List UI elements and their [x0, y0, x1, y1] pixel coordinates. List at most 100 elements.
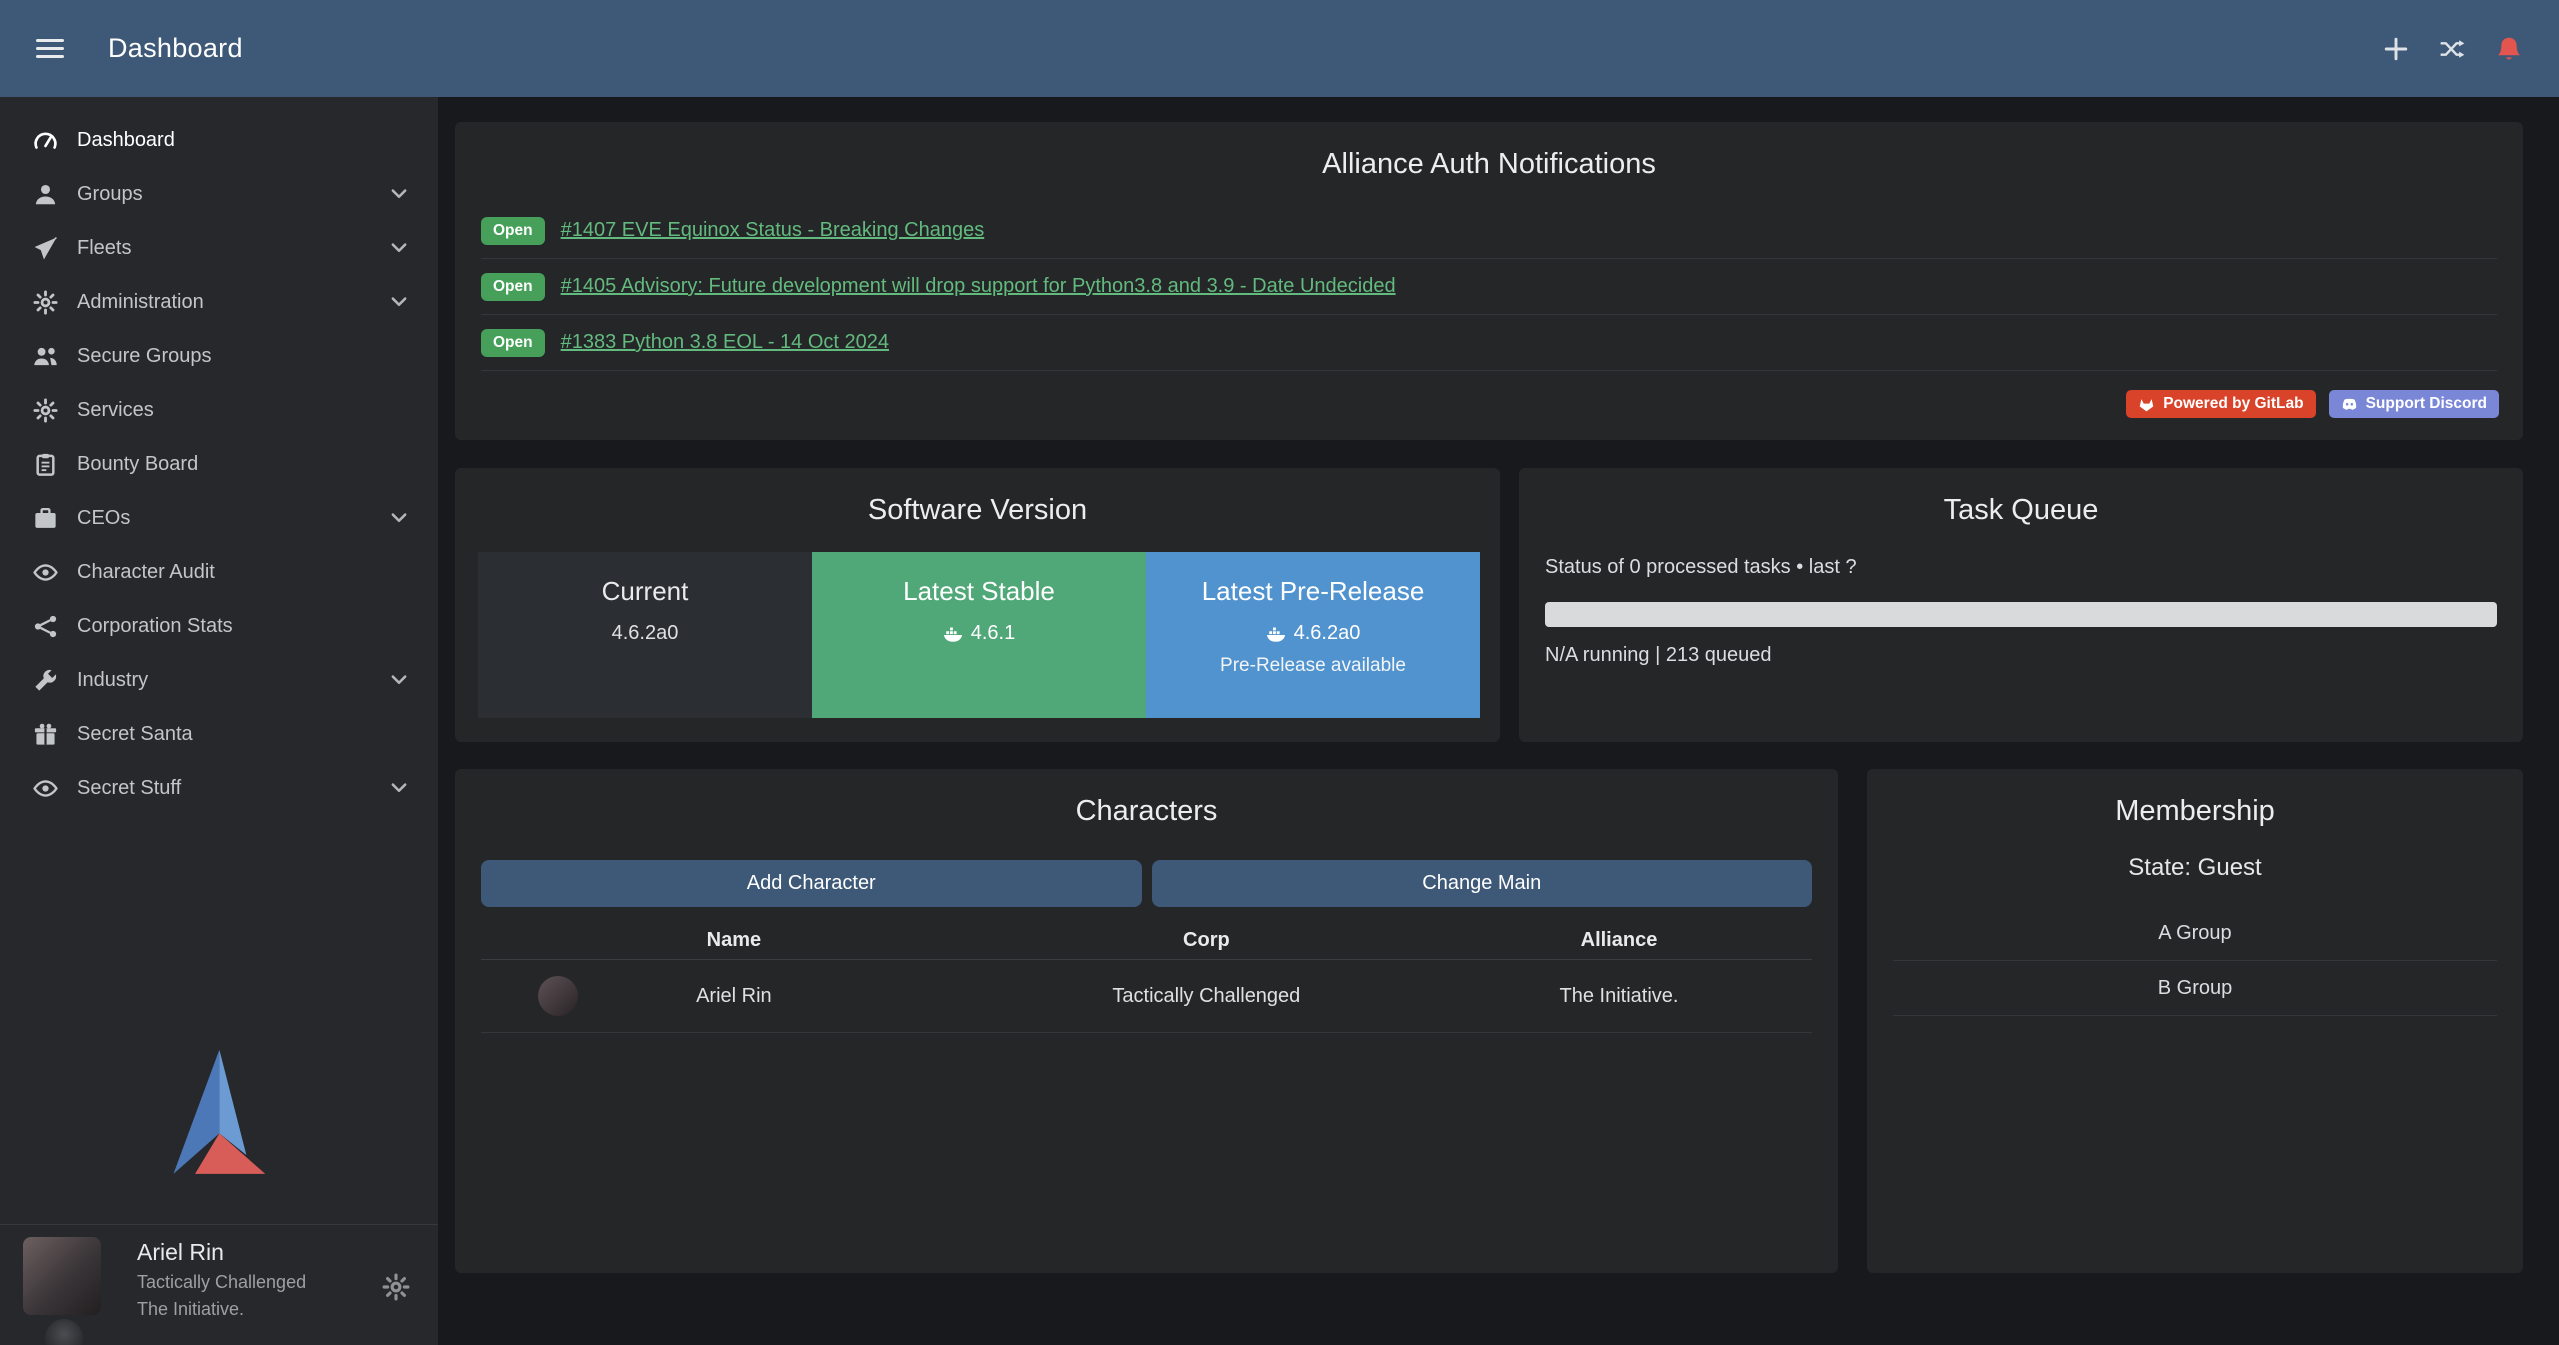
gitlab-icon: [2138, 396, 2155, 413]
sidebar-item-label: Industry: [77, 669, 148, 692]
sidebar-item-secret-stuff[interactable]: Secret Stuff: [0, 761, 438, 815]
membership-panel: Membership State: Guest A Group B Group: [1867, 769, 2523, 1273]
dashboard-gauge-icon: [30, 128, 60, 153]
sidebar-item-label: Groups: [77, 183, 143, 206]
briefcase-icon: [30, 506, 60, 531]
version-current-box: Current 4.6.2a0: [478, 552, 812, 718]
docker-whale-icon: [943, 624, 963, 644]
chevron-down-icon: [388, 777, 410, 799]
version-current-value: 4.6.2a0: [478, 622, 812, 645]
jet-icon: [30, 236, 60, 261]
sidebar-item-corporation-stats[interactable]: Corporation Stats: [0, 599, 438, 653]
version-number: 4.6.2a0: [1294, 622, 1361, 645]
discord-badge-label: Support Discord: [2366, 395, 2487, 413]
notifications-bell-icon[interactable]: [2495, 35, 2523, 63]
sidebar-item-character-audit[interactable]: Character Audit: [0, 545, 438, 599]
external-badges: Powered by GitLab Support Discord: [2126, 390, 2499, 418]
version-stable-value: 4.6.1: [812, 622, 1146, 645]
add-character-plus-icon[interactable]: [2383, 36, 2409, 62]
chevron-down-icon: [388, 291, 410, 313]
gift-icon: [30, 722, 60, 747]
wrench-icon: [30, 668, 60, 693]
sidebar-item-dashboard[interactable]: Dashboard: [0, 113, 438, 167]
notification-link[interactable]: #1407 EVE Equinox Status - Breaking Chan…: [561, 219, 985, 242]
membership-title: Membership: [1867, 795, 2523, 828]
sidebar-item-label: Fleets: [77, 237, 131, 260]
version-number: 4.6.2a0: [612, 622, 679, 645]
notification-row: Open #1407 EVE Equinox Status - Breaking…: [481, 203, 2497, 259]
group-list-item: A Group: [1893, 906, 2497, 961]
task-queue-counts: N/A running | 213 queued: [1545, 644, 1771, 667]
sidebar-item-secret-santa[interactable]: Secret Santa: [0, 707, 438, 761]
corp-logo: [45, 1319, 83, 1345]
docker-whale-icon: [1266, 624, 1286, 644]
sidebar-item-groups[interactable]: Groups: [0, 167, 438, 221]
characters-table: Name Corp Alliance Ariel Rin Tactically …: [481, 921, 1812, 1033]
character-alliance: The Initiative.: [1426, 985, 1812, 1008]
sidebar-item-services[interactable]: Services: [0, 383, 438, 437]
notification-link[interactable]: #1405 Advisory: Future development will …: [561, 275, 1396, 298]
top-navbar: Dashboard: [0, 0, 2559, 97]
sidebar-item-label: Character Audit: [77, 561, 215, 584]
sidebar-item-ceos[interactable]: CEOs: [0, 491, 438, 545]
eye-icon: [30, 776, 60, 801]
sidebar-item-label: Dashboard: [77, 129, 175, 152]
notification-link[interactable]: #1383 Python 3.8 EOL - 14 Oct 2024: [561, 331, 889, 354]
navbar-actions: [2383, 35, 2523, 63]
sidebar-item-bounty-board[interactable]: Bounty Board: [0, 437, 438, 491]
version-stable-label: Latest Stable: [812, 576, 1146, 607]
task-queue-panel: Task Queue Status of 0 processed tasks •…: [1519, 468, 2523, 742]
characters-title: Characters: [455, 795, 1838, 828]
sidebar-item-label: Bounty Board: [77, 453, 198, 476]
discord-badge[interactable]: Support Discord: [2329, 390, 2499, 418]
add-character-button[interactable]: Add Character: [481, 860, 1142, 907]
menu-toggle-icon[interactable]: [36, 39, 64, 58]
sidebar-item-administration[interactable]: Administration: [0, 275, 438, 329]
eye-icon: [30, 560, 60, 585]
notifications-panel: Alliance Auth Notifications Open #1407 E…: [455, 122, 2523, 440]
sidebar-item-label: Corporation Stats: [77, 615, 233, 638]
sidebar-item-fleets[interactable]: Fleets: [0, 221, 438, 275]
chevron-down-icon: [388, 183, 410, 205]
software-version-title: Software Version: [455, 494, 1500, 527]
change-main-shuffle-icon[interactable]: [2439, 36, 2465, 62]
user-settings-gear-icon[interactable]: [382, 1273, 410, 1301]
software-version-panel: Software Version Current 4.6.2a0 Latest …: [455, 468, 1500, 742]
sidebar-user-panel: Ariel Rin Tactically Challenged The Init…: [0, 1224, 438, 1345]
chevron-down-icon: [388, 669, 410, 691]
version-prerelease-box: Latest Pre-Release 4.6.2a0 Pre-Release a…: [1146, 552, 1480, 718]
column-header-name: Name: [481, 929, 987, 952]
notification-row: Open #1383 Python 3.8 EOL - 14 Oct 2024: [481, 315, 2497, 371]
sidebar-item-industry[interactable]: Industry: [0, 653, 438, 707]
gitlab-badge[interactable]: Powered by GitLab: [2126, 390, 2315, 418]
table-row: Ariel Rin Tactically Challenged The Init…: [481, 960, 1812, 1033]
sidebar-menu: Dashboard Groups Fleets Administration S…: [0, 97, 438, 815]
discord-icon: [2341, 396, 2358, 413]
character-actions: Add Character Change Main: [481, 860, 1812, 907]
version-stable-box: Latest Stable 4.6.1: [812, 552, 1146, 718]
chevron-down-icon: [388, 237, 410, 259]
user-alliance: The Initiative.: [137, 1299, 306, 1320]
page-title: Dashboard: [108, 33, 243, 64]
task-queue-status: Status of 0 processed tasks • last ?: [1545, 556, 1857, 579]
version-prerelease-label: Latest Pre-Release: [1146, 576, 1480, 607]
sidebar-item-secure-groups[interactable]: Secure Groups: [0, 329, 438, 383]
characters-panel: Characters Add Character Change Main Nam…: [455, 769, 1838, 1273]
membership-state: State: Guest: [1867, 854, 2523, 882]
status-badge: Open: [481, 217, 545, 245]
task-queue-title: Task Queue: [1519, 494, 2523, 527]
user-avatar: [23, 1237, 101, 1315]
version-prerelease-value: 4.6.2a0: [1146, 622, 1480, 645]
user-name: Ariel Rin: [137, 1239, 306, 1266]
clipboard-icon: [30, 452, 60, 477]
share-icon: [30, 614, 60, 639]
user-corp: Tactically Challenged: [137, 1272, 306, 1293]
prerelease-note: Pre-Release available: [1146, 655, 1480, 677]
notifications-list: Open #1407 EVE Equinox Status - Breaking…: [481, 203, 2497, 371]
status-badge: Open: [481, 273, 545, 301]
gears-icon: [30, 398, 60, 423]
sidebar-item-label: Secure Groups: [77, 345, 212, 368]
change-main-button[interactable]: Change Main: [1152, 860, 1813, 907]
gears-icon: [30, 290, 60, 315]
chevron-down-icon: [388, 507, 410, 529]
